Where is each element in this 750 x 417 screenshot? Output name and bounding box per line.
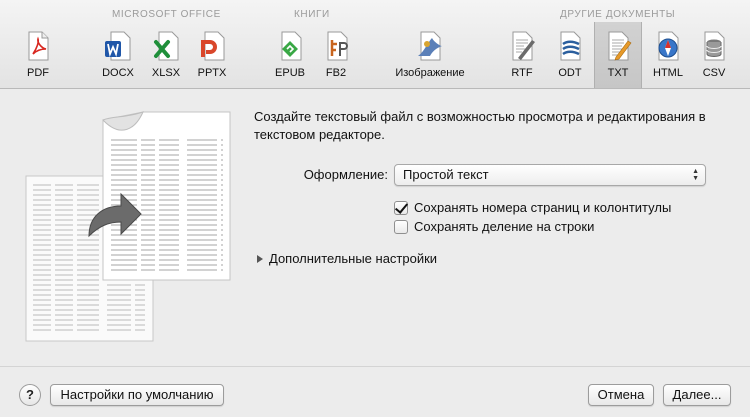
line-breaks-checkbox-label: Сохранять деление на строки: [414, 219, 595, 234]
next-button[interactable]: Далее...: [663, 384, 731, 406]
advanced-settings-disclosure[interactable]: Дополнительные настройки: [257, 251, 437, 266]
toolbar-item-xlsx[interactable]: XLSX: [140, 30, 192, 86]
conversion-preview-illustration: [25, 111, 231, 342]
format-label: Оформление:: [303, 167, 388, 182]
epub-icon: [281, 31, 302, 61]
checkbox-checked[interactable]: [394, 200, 408, 215]
toolbar-item-txt[interactable]: TXT: [594, 22, 642, 88]
group-label-other: ДРУГИЕ ДОКУМЕНТЫ: [560, 9, 676, 20]
help-button[interactable]: ?: [19, 384, 41, 406]
toolbar-item-label: XLSX: [151, 67, 181, 79]
toolbar-item-label: PDF: [27, 67, 49, 79]
toolbar-item-label: PPTX: [197, 67, 227, 79]
toolbar-item-label: RTF: [511, 67, 533, 79]
toolbar-item-label: Изображение: [395, 67, 465, 79]
group-label-books: КНИГИ: [294, 9, 330, 20]
toolbar-item-pdf[interactable]: PDF: [12, 30, 64, 86]
toolbar-item-rtf[interactable]: RTF: [496, 30, 548, 86]
toolbar-item-epub[interactable]: EPUB: [264, 30, 316, 86]
advanced-settings-label: Дополнительные настройки: [269, 251, 438, 266]
page-numbers-checkbox-label: Сохранять номера страниц и колонтитулы: [414, 200, 672, 215]
toolbar-item-label: HTML: [653, 67, 683, 79]
footer-separator: [0, 366, 750, 367]
toolbar-item-fb2[interactable]: FB2: [310, 30, 362, 86]
toolbar-item-label: CSV: [702, 67, 726, 79]
format-select-value: Простой текст: [403, 167, 489, 182]
toolbar-item-label: EPUB: [275, 67, 305, 79]
format-description: Создайте текстовый файл с возможностью п…: [254, 109, 706, 142]
html-icon: [658, 31, 679, 61]
image-icon: [418, 31, 442, 61]
toolbar-item-image[interactable]: Изображение: [392, 30, 468, 86]
fb2-icon: [327, 31, 348, 61]
odt-icon: [560, 31, 581, 61]
csv-icon: [704, 31, 725, 61]
docx-icon: [105, 31, 131, 61]
page-numbers-checkbox[interactable]: Сохранять номера страниц и колонтитулы: [394, 200, 671, 215]
toolbar-item-label: TXT: [607, 67, 629, 79]
group-label-office: MICROSOFT OFFICE: [112, 9, 221, 20]
toolbar-item-odt[interactable]: ODT: [544, 30, 596, 86]
disclosure-triangle-icon: [257, 254, 263, 263]
toolbar-item-csv[interactable]: CSV: [688, 30, 740, 86]
cancel-button[interactable]: Отмена: [588, 384, 654, 406]
toolbar-item-html[interactable]: HTML: [642, 30, 694, 86]
pdf-icon: [28, 31, 49, 61]
toolbar-item-label: ODT: [558, 67, 582, 79]
rtf-icon: [512, 31, 535, 61]
restore-defaults-button[interactable]: Настройки по умолчанию: [50, 384, 224, 406]
select-arrows-icon: ▲ ▼: [692, 168, 699, 182]
checkbox-unchecked[interactable]: [394, 219, 408, 234]
format-toolbar: MICROSOFT OFFICE КНИГИ ДРУГИЕ ДОКУМЕНТЫ …: [0, 0, 750, 89]
format-select[interactable]: Простой текст ▲ ▼: [394, 164, 706, 186]
toolbar-item-docx[interactable]: DOCX: [92, 30, 144, 86]
txt-icon: [608, 31, 632, 61]
line-breaks-checkbox[interactable]: Сохранять деление на строки: [394, 219, 594, 234]
xlsx-icon: [154, 31, 179, 61]
toolbar-item-label: FB2: [325, 67, 347, 79]
toolbar-item-label: DOCX: [102, 67, 134, 79]
toolbar-item-pptx[interactable]: PPTX: [186, 30, 238, 86]
pptx-icon: [201, 31, 225, 61]
